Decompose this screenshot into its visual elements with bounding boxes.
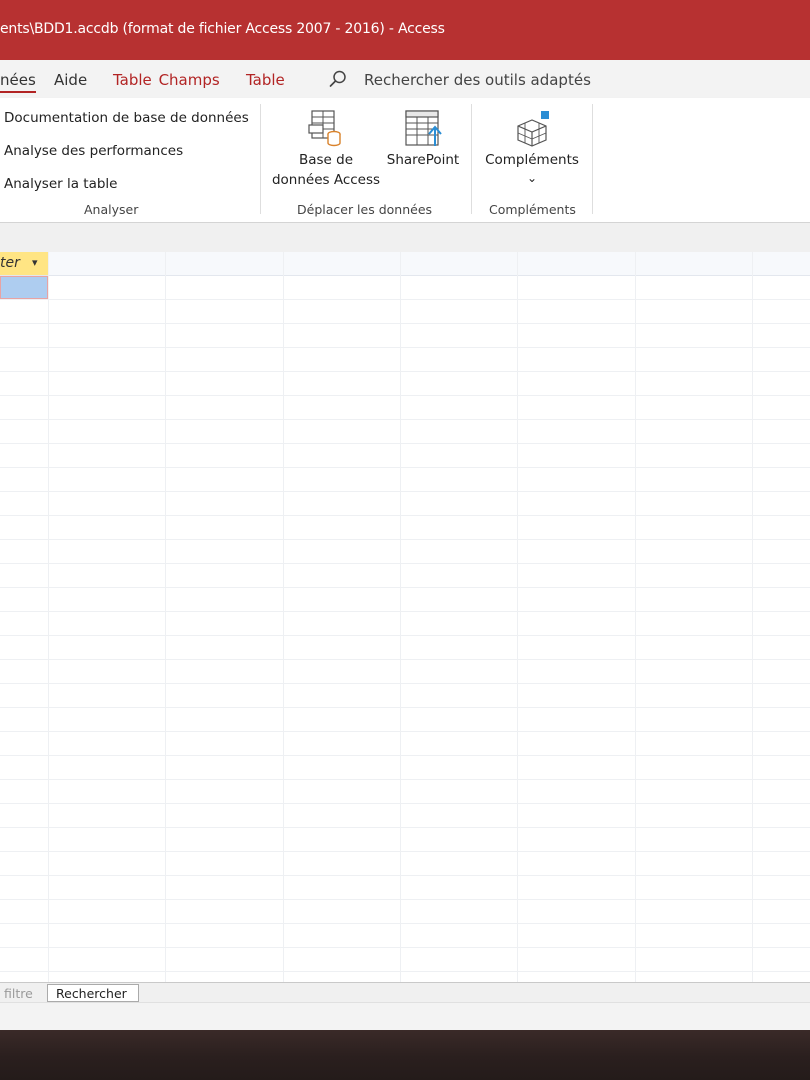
row-divider [0, 827, 810, 828]
dropdown-arrow-icon[interactable]: ▾ [32, 256, 38, 269]
row-divider [0, 803, 810, 804]
column-header-rechercher[interactable]: ter ▾ [0, 252, 48, 275]
tab-table-champs-word2: Champs [158, 71, 220, 89]
filter-indicator[interactable]: filtre [4, 986, 33, 1001]
column-divider [517, 252, 518, 982]
sharepoint-label: SharePoint [386, 152, 460, 168]
search-box-label: Rechercher [56, 986, 127, 1001]
row-divider [0, 587, 810, 588]
analyser-table-button[interactable]: Analyser la table [4, 176, 118, 192]
row-divider [0, 611, 810, 612]
column-divider [165, 252, 166, 982]
row-divider [0, 971, 810, 972]
row-divider [0, 443, 810, 444]
ribbon-panel: Documentation de base de données Analyse… [0, 98, 810, 223]
column-header-label: ter [0, 255, 20, 271]
tab-table-champs[interactable]: Table Champs [113, 71, 220, 89]
row-divider [0, 371, 810, 372]
group-label-analyser: Analyser [84, 202, 139, 217]
search-tools-input[interactable]: Rechercher des outils adaptés [364, 71, 591, 89]
datasheet-grid[interactable]: ter ▾ [0, 252, 810, 982]
group-label-complements: Compléments [489, 202, 576, 217]
complements-icon [512, 108, 552, 152]
sharepoint-icon [403, 108, 443, 152]
row-divider [0, 563, 810, 564]
row-divider [0, 779, 810, 780]
tab-table[interactable]: Table [246, 71, 285, 89]
row-divider [0, 875, 810, 876]
row-divider [0, 515, 810, 516]
complements-label: Compléments [485, 152, 579, 168]
row-divider [0, 731, 810, 732]
chevron-down-icon: ⌄ [526, 171, 538, 185]
row-divider [0, 923, 810, 924]
row-divider [0, 947, 810, 948]
group-label-deplacer: Déplacer les données [297, 202, 433, 217]
search-box[interactable]: Rechercher [47, 984, 139, 1002]
ribbon-tabs: nées Aide Table Champs Table Rechercher … [0, 60, 810, 98]
access-database-button[interactable]: Base de données Access [270, 106, 382, 190]
row-divider [0, 491, 810, 492]
window-title: ents\BDD1.accdb (format de fichier Acces… [0, 21, 445, 37]
column-divider [752, 252, 753, 982]
analyse-performances-button[interactable]: Analyse des performances [4, 143, 183, 159]
column-divider [283, 252, 284, 982]
row-divider [0, 899, 810, 900]
row-divider [0, 299, 810, 300]
column-header-row [0, 252, 810, 276]
column-divider [635, 252, 636, 982]
row-divider [0, 539, 810, 540]
selected-cell[interactable] [0, 276, 48, 299]
title-bar: ents\BDD1.accdb (format de fichier Acces… [0, 0, 810, 60]
group-separator [260, 104, 261, 214]
document-tabs-area [0, 223, 810, 253]
row-divider [0, 851, 810, 852]
group-separator [471, 104, 472, 214]
access-label-line2: données Access [271, 172, 381, 188]
row-divider [0, 395, 810, 396]
group-separator [592, 104, 593, 214]
tab-donnees-externes[interactable]: nées [0, 71, 36, 93]
access-database-icon [306, 108, 346, 152]
documentation-button[interactable]: Documentation de base de données [4, 110, 249, 126]
tab-aide[interactable]: Aide [54, 71, 87, 89]
status-bar [0, 1002, 810, 1031]
row-divider [0, 635, 810, 636]
row-divider [0, 467, 810, 468]
complements-button[interactable]: Compléments ⌄ [480, 106, 584, 190]
row-divider [0, 347, 810, 348]
sharepoint-button[interactable]: SharePoint [384, 106, 462, 190]
row-divider [0, 659, 810, 660]
column-divider [400, 252, 401, 982]
column-divider [48, 252, 49, 982]
row-divider [0, 683, 810, 684]
record-navigation-bar: filtre Rechercher [0, 982, 810, 1003]
row-divider [0, 755, 810, 756]
access-label-line1: Base de [298, 152, 354, 168]
row-divider [0, 707, 810, 708]
tab-table-champs-word1: Table [113, 71, 152, 89]
row-divider [0, 323, 810, 324]
taskbar [0, 1030, 810, 1080]
search-icon[interactable] [328, 69, 348, 93]
row-divider [0, 419, 810, 420]
